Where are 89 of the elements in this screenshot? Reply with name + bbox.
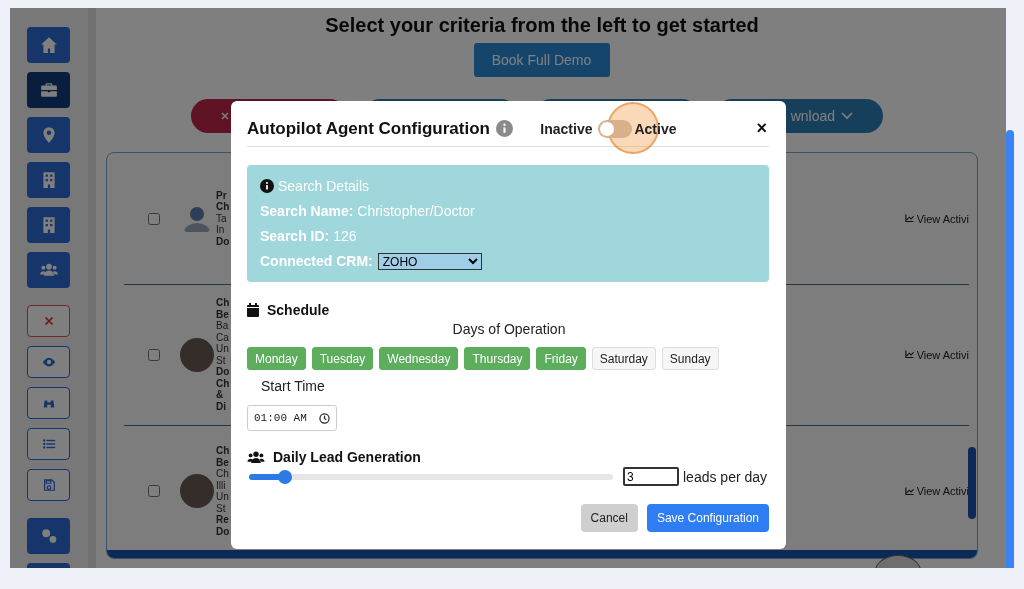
unit-label: leads per day — [683, 468, 768, 485]
profile-text: Ba — [216, 320, 229, 332]
eye-icon — [41, 355, 56, 369]
modal-title: Autopilot Agent Configuration — [247, 118, 490, 139]
section-heading: Search Details — [278, 178, 370, 194]
profile-text: Ta — [216, 212, 227, 225]
sidebar-button[interactable] — [27, 387, 70, 419]
sidebar-button[interactable] — [27, 428, 70, 460]
info-icon — [496, 120, 513, 137]
crm-dropdown[interactable]: ZOHO — [377, 252, 482, 270]
days-heading: Days of Operation — [451, 321, 567, 337]
close-icon — [219, 110, 231, 122]
day-toggle[interactable]: Friday — [536, 347, 586, 370]
photo-placeholder — [180, 338, 214, 372]
day-toggle[interactable]: Thursday — [464, 347, 531, 370]
list-icon — [41, 437, 56, 451]
day-toggle[interactable]: Monday — [247, 347, 306, 370]
start-time-label: Start Time — [261, 378, 326, 394]
section-heading: Schedule — [267, 302, 330, 318]
section-heading: Daily Lead Generation — [273, 449, 421, 465]
profile-text: In — [216, 224, 225, 236]
leads-input[interactable]: 3 — [623, 467, 679, 486]
profile-text: Di — [216, 401, 226, 413]
sidebar-button[interactable] — [27, 518, 70, 554]
profile-text: St — [216, 502, 226, 515]
profile-text: Ca — [216, 332, 229, 344]
profile-text: Do — [216, 525, 230, 538]
sidebar-button[interactable] — [27, 162, 70, 198]
row-checkbox[interactable] — [148, 212, 160, 225]
profile-text: Be — [216, 456, 229, 469]
cancel-button[interactable]: Cancel — [580, 504, 638, 532]
save-button[interactable]: Save Configuration — [646, 504, 769, 532]
profile-text: Un — [216, 343, 229, 355]
detail-text: Search Name: Christopher/Doctor — [260, 203, 475, 219]
sidebar-button[interactable] — [27, 27, 70, 63]
day-toggle[interactable]: Sunday — [661, 347, 719, 370]
sidebar-button[interactable] — [27, 252, 70, 288]
view-activity-link[interactable]: View Activi — [905, 349, 969, 361]
sidebar-button[interactable] — [27, 305, 70, 337]
profile-text: Un — [216, 491, 229, 503]
status-label: Inactive — [540, 120, 593, 137]
clock-icon — [319, 412, 330, 424]
info-icon — [260, 179, 274, 193]
profile-text: Re — [216, 514, 229, 526]
calendar-icon — [247, 303, 259, 317]
status-label: Active — [634, 120, 677, 137]
row-checkbox[interactable] — [148, 349, 160, 361]
home-icon — [39, 36, 58, 54]
save-icon — [41, 478, 56, 492]
profile-text: Ch — [216, 468, 229, 480]
people-icon — [39, 261, 58, 279]
sidebar-button[interactable] — [27, 72, 70, 108]
chevron-down-icon — [841, 112, 853, 120]
profile-text: Be — [216, 309, 229, 321]
profile-text: Illi — [216, 479, 226, 492]
scrollbar[interactable] — [1006, 130, 1014, 568]
book-demo-button[interactable]: Book Full Demo — [473, 43, 610, 77]
field-label: Connected CRM: — [260, 253, 373, 269]
profile-text: & — [216, 389, 224, 401]
active-toggle[interactable] — [598, 119, 633, 138]
profile-text: Ch — [216, 201, 230, 213]
profile-text: Ch — [216, 297, 230, 309]
profile-text: Ch — [216, 378, 230, 390]
time-field[interactable]: 01:00 AM — [247, 405, 337, 431]
slider-thumb[interactable] — [278, 469, 293, 484]
view-activity-link[interactable]: View Activi — [905, 212, 969, 225]
day-toggle[interactable]: Wednesday — [379, 347, 459, 370]
detail-text: Search ID: 126 — [260, 228, 357, 244]
scrollbar[interactable] — [968, 447, 976, 519]
day-toggle[interactable]: Tuesday — [311, 347, 374, 370]
row-checkbox[interactable] — [148, 485, 160, 498]
sidebar-button[interactable] — [27, 207, 70, 243]
page-title: Select your criteria from the left to get started — [324, 14, 760, 36]
view-activity-link[interactable]: View Activi — [905, 485, 969, 498]
profile-text: Do — [216, 235, 230, 248]
profile-text: Do — [216, 366, 230, 378]
profile-text: St — [216, 355, 226, 367]
sidebar-button[interactable] — [27, 117, 70, 153]
day-toggle[interactable]: Saturday — [591, 347, 656, 370]
photo-placeholder — [180, 474, 214, 509]
chart-icon — [905, 486, 914, 496]
chart-icon — [905, 214, 914, 224]
profile-text: Ch — [216, 445, 230, 457]
profile-text: Pr — [216, 189, 227, 202]
sidebar-button[interactable] — [27, 346, 70, 378]
sidebar-button[interactable] — [27, 469, 70, 501]
briefcase-icon — [39, 81, 58, 99]
people-icon — [247, 450, 265, 464]
chart-icon — [905, 350, 914, 360]
